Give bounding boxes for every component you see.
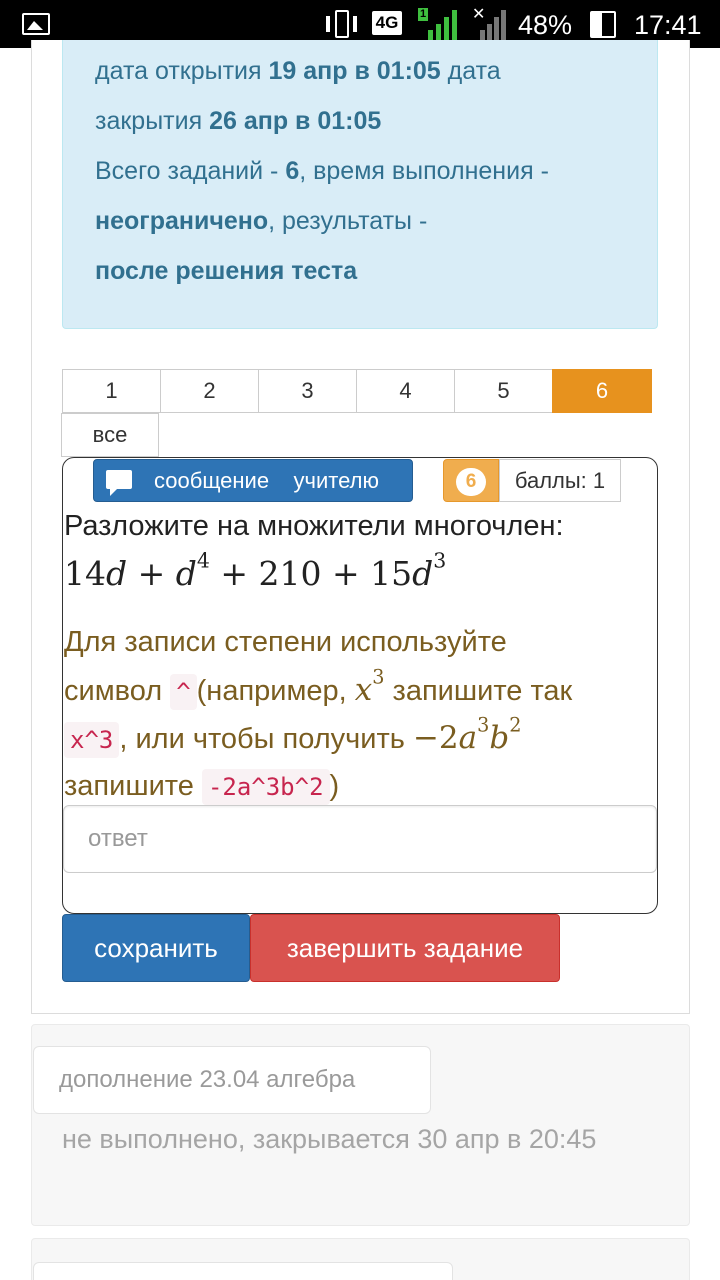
- message-teacher-button[interactable]: сообщение учителю: [93, 459, 413, 502]
- open-date-label: дата открытия: [95, 57, 269, 85]
- hint-line-3: x^3, или чтобы получить −2a3b2: [64, 714, 654, 762]
- test-info-panel: дата открытия 19 апр в 01:05 дата закрыт…: [62, 40, 658, 329]
- format-hint: Для записи степени используйте символ ^(…: [64, 618, 654, 810]
- example-code-x3: x^3: [64, 722, 120, 758]
- page-2[interactable]: 2: [160, 369, 259, 413]
- close-date-value: 26 апр в 01:05: [209, 107, 382, 135]
- message-teacher-label: сообщение учителю: [154, 468, 379, 493]
- signal-sim2-icon: ✕: [472, 7, 508, 40]
- close-date-label-part: дата: [440, 57, 501, 85]
- signal-sim1-icon: 1: [418, 8, 462, 40]
- page-all[interactable]: все: [61, 413, 159, 457]
- info-line-close: закрытия 26 апр в 01:05: [95, 96, 637, 146]
- page-5[interactable]: 5: [454, 369, 553, 413]
- assignment-title-button-next[interactable]: [33, 1262, 453, 1280]
- info-line-open: дата открытия 19 апр в 01:05 дата: [95, 46, 637, 96]
- battery-percent: 48%: [518, 10, 573, 40]
- battery-icon: [590, 11, 616, 38]
- network-type-label: 4G: [372, 11, 402, 35]
- results-value: после решения теста: [95, 257, 358, 285]
- gallery-icon: [22, 13, 50, 35]
- task-count-value: 6: [285, 157, 300, 185]
- page-4[interactable]: 4: [356, 369, 455, 413]
- page-1[interactable]: 1: [62, 369, 161, 413]
- answer-input[interactable]: [63, 805, 657, 873]
- vibrate-icon: [326, 10, 358, 38]
- info-line-count: Всего заданий - 6, время выполнения -: [95, 146, 637, 196]
- question-text: Разложите на множители многочлен:: [64, 510, 564, 542]
- info-line-duration: неограничено, результаты -: [95, 196, 637, 246]
- hint-line-1: Для записи степени используйте: [64, 626, 507, 658]
- info-line-results: после решения теста: [95, 246, 637, 296]
- finish-task-button[interactable]: завершить задание: [250, 914, 560, 982]
- question-expression: 14d + d4 + 210 + 15d3: [64, 548, 447, 593]
- assignment-status: не выполнено, закрывается 30 апр в 20:45: [62, 1124, 597, 1154]
- page-3[interactable]: 3: [258, 369, 357, 413]
- sim-slot-label: 1: [418, 8, 429, 21]
- page-6-active[interactable]: 6: [552, 369, 652, 413]
- save-button[interactable]: сохранить: [62, 914, 250, 982]
- close-date-label: закрытия: [95, 107, 210, 135]
- example-code-2a3b2: -2a^3b^2: [201, 769, 330, 805]
- task-pagination: 1 2 3 4 5 6: [62, 369, 652, 413]
- task-number: 6: [456, 468, 486, 496]
- caret-code: ^: [170, 674, 197, 710]
- assignment-title-button[interactable]: дополнение 23.04 алгебра: [33, 1046, 431, 1114]
- comment-icon: [106, 470, 132, 496]
- clock: 17:41: [634, 10, 702, 40]
- duration-value: неограничено: [95, 207, 269, 235]
- duration-label: , время выполнения -: [299, 157, 549, 185]
- task-count-label: Всего заданий -: [95, 157, 286, 185]
- hint-line-2: символ ^ (например, x3 запишите так: [64, 665, 573, 710]
- points-label: баллы: 1: [499, 459, 621, 502]
- results-label: , результаты -: [268, 207, 428, 235]
- hint-line-4: запишите -2a^3b^2): [64, 762, 654, 810]
- open-date-value: 19 апр в 01:05: [268, 57, 441, 85]
- task-number-badge: 6: [443, 459, 499, 502]
